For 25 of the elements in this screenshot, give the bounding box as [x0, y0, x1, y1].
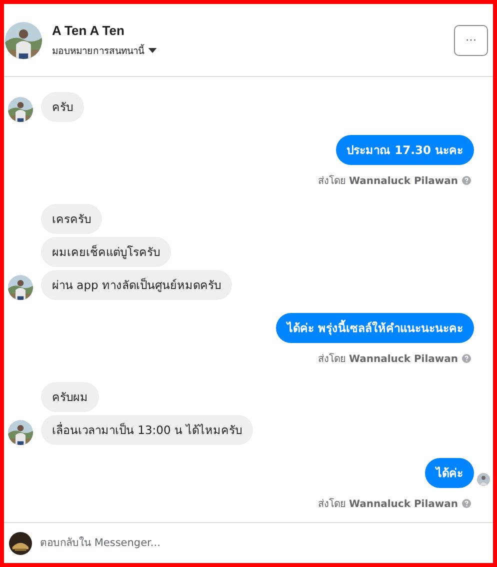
avatar	[8, 275, 33, 300]
caret-icon	[148, 48, 157, 52]
help-icon[interactable]	[462, 176, 471, 185]
message-bubble: ผมเคยเช็คแต่บูโรครับ	[41, 237, 171, 267]
assign-conversation-button[interactable]: มอบหมายการสนทนานี้	[52, 42, 444, 58]
contact-name: A Ten A Ten	[52, 22, 126, 38]
reply-field[interactable]: ตอบกลับใน Messenger...	[40, 533, 493, 553]
more-options-button[interactable]: ···	[454, 24, 488, 56]
message-bubble: ผ่าน app ทางลัดเป็นศูนย์หมดครับ	[41, 270, 232, 300]
message-bubble: ได้ค่ะ	[425, 458, 474, 488]
message-bubble: ครับผม	[41, 382, 99, 412]
page-avatar	[9, 532, 32, 554]
sent-by-note: ส่งโดย Wannaluck Pilawan	[318, 497, 458, 511]
message-bubble: เครครับ	[41, 204, 102, 234]
sent-by-note: ส่งโดย Wannaluck Pilawan	[318, 174, 458, 188]
message-bubble: ได้ค่ะ พรุ่งนี้เซลล์ให้คำแนะนะนะคะ	[276, 313, 474, 343]
message-bubble: ประมาณ 17.30 นะคะ	[336, 135, 474, 165]
message-bubble: ครับ	[41, 92, 84, 122]
help-icon[interactable]	[462, 354, 471, 363]
message-bubble: เลื่อนเวลามาเป็น 13:00 น ได้ไหมครับ	[41, 415, 254, 445]
avatar	[8, 97, 33, 122]
avatar	[8, 420, 33, 445]
help-icon[interactable]	[462, 499, 471, 508]
avatar	[5, 22, 42, 58]
sent-by-note: ส่งโดย Wannaluck Pilawan	[318, 352, 458, 366]
